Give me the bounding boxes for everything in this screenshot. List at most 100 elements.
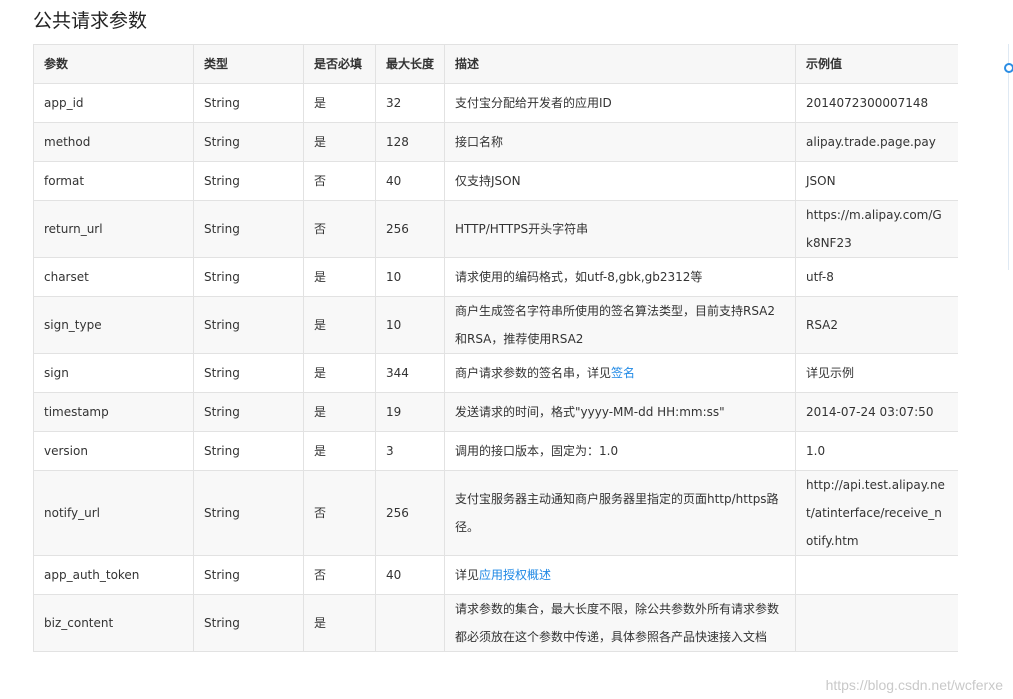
cell-required: 是: [303, 431, 376, 471]
cell-maxlen: 10: [375, 296, 445, 354]
cell-maxlen: 3: [375, 431, 445, 471]
desc-text: 详见: [455, 568, 480, 582]
table-row: sign_type String 是 10 商户生成签名字符串所使用的签名算法类型，目前…: [33, 296, 958, 354]
header-type: 类型: [193, 44, 304, 84]
cell-type: String: [193, 83, 304, 123]
cell-type: String: [193, 296, 304, 354]
cell-example: 2014-07-24 03:07:50: [795, 392, 958, 432]
cell-required: 是: [303, 353, 376, 393]
table-row: method String 是 128 接口名称 alipay.trade.page.pa…: [33, 122, 958, 162]
table-header-row: 参数 类型 是否必填 最大长度 描述 示例值: [33, 44, 958, 84]
cell-maxlen: 344: [375, 353, 445, 393]
cell-required: 是: [303, 296, 376, 354]
cell-desc: 调用的接口版本，固定为：1.0: [444, 431, 796, 471]
header-maxlen: 最大长度: [375, 44, 445, 84]
cell-maxlen: [375, 594, 445, 652]
cell-example: 2014072300007148: [795, 83, 958, 123]
table-body: app_id String 是 32 支付宝分配给开发者的应用ID 20140723000…: [33, 83, 958, 652]
cell-param: notify_url: [33, 470, 194, 556]
cell-param: method: [33, 122, 194, 162]
table-row: version String 是 3 调用的接口版本，固定为：1.0 1.0: [33, 431, 958, 471]
cell-maxlen: 19: [375, 392, 445, 432]
table-row: charset String 是 10 请求使用的编码格式，如utf-8,gbk,gb2…: [33, 257, 958, 297]
cell-example: alipay.trade.page.pay: [795, 122, 958, 162]
cell-type: String: [193, 431, 304, 471]
cell-desc: 接口名称: [444, 122, 796, 162]
cell-type: String: [193, 257, 304, 297]
cell-maxlen: 128: [375, 122, 445, 162]
cell-required: 是: [303, 122, 376, 162]
watermark: https://blog.csdn.net/wcferxe: [825, 677, 1003, 693]
desc-link[interactable]: 应用授权概述: [479, 568, 551, 582]
cell-desc: 发送请求的时间，格式"yyyy-MM-dd HH:mm:ss": [444, 392, 796, 432]
cell-param: sign: [33, 353, 194, 393]
cell-maxlen: 32: [375, 83, 445, 123]
cell-maxlen: 40: [375, 161, 445, 201]
table-row: biz_content String 是 请求参数的集合，最大长度不限，除公共参数外所…: [33, 594, 958, 652]
table-row: sign String 是 344 商户请求参数的签名串，详见签名 详见示例: [33, 353, 958, 393]
cell-type: String: [193, 392, 304, 432]
cell-required: 否: [303, 555, 376, 595]
header-param: 参数: [33, 44, 194, 84]
cell-type: String: [193, 353, 304, 393]
cell-required: 否: [303, 161, 376, 201]
cell-param: timestamp: [33, 392, 194, 432]
header-required: 是否必填: [303, 44, 376, 84]
scrollbar-handle[interactable]: [1004, 63, 1013, 73]
table-row: timestamp String 是 19 发送请求的时间，格式"yyyy-MM-dd …: [33, 392, 958, 432]
cell-example: JSON: [795, 161, 958, 201]
cell-required: 是: [303, 83, 376, 123]
cell-example: RSA2: [795, 296, 958, 354]
cell-desc: 请求使用的编码格式，如utf-8,gbk,gb2312等: [444, 257, 796, 297]
cell-param: app_auth_token: [33, 555, 194, 595]
cell-required: 是: [303, 257, 376, 297]
desc-link[interactable]: 签名: [611, 366, 635, 380]
cell-required: 是: [303, 392, 376, 432]
table-row: notify_url String 否 256 支付宝服务器主动通知商户服务器里指定的页…: [33, 470, 958, 556]
cell-example: 1.0: [795, 431, 958, 471]
cell-example: [795, 555, 958, 595]
cell-type: String: [193, 594, 304, 652]
cell-type: String: [193, 161, 304, 201]
scrollbar-track[interactable]: [1008, 44, 1009, 270]
cell-param: app_id: [33, 83, 194, 123]
cell-param: version: [33, 431, 194, 471]
table-row: app_id String 是 32 支付宝分配给开发者的应用ID 20140723000…: [33, 83, 958, 123]
params-table: 参数 类型 是否必填 最大长度 描述 示例值 app_id String 是 32 支付…: [33, 44, 958, 652]
table-row: format String 否 40 仅支持JSON JSON: [33, 161, 958, 201]
table-row: return_url String 否 256 HTTP/HTTPS开头字符串 https…: [33, 200, 958, 258]
cell-required: 否: [303, 200, 376, 258]
params-table-container: 参数 类型 是否必填 最大长度 描述 示例值 app_id String 是 32 支付…: [33, 44, 958, 682]
cell-example: [795, 594, 958, 652]
cell-example: http://api.test.alipay.net/atinterface/r…: [795, 470, 958, 556]
cell-desc: 支付宝服务器主动通知商户服务器里指定的页面http/https路径。: [444, 470, 796, 556]
cell-example: https://m.alipay.com/Gk8NF23: [795, 200, 958, 258]
cell-type: String: [193, 122, 304, 162]
cell-type: String: [193, 200, 304, 258]
cell-example: utf-8: [795, 257, 958, 297]
cell-maxlen: 256: [375, 200, 445, 258]
cell-param: format: [33, 161, 194, 201]
table-row: app_auth_token String 否 40 详见应用授权概述: [33, 555, 958, 595]
cell-param: biz_content: [33, 594, 194, 652]
desc-text: 商户请求参数的签名串，详见: [455, 366, 612, 380]
cell-maxlen: 256: [375, 470, 445, 556]
cell-param: sign_type: [33, 296, 194, 354]
cell-maxlen: 40: [375, 555, 445, 595]
cell-param: charset: [33, 257, 194, 297]
cell-type: String: [193, 470, 304, 556]
cell-desc: 支付宝分配给开发者的应用ID: [444, 83, 796, 123]
cell-example: 详见示例: [795, 353, 958, 393]
cell-desc: 商户生成签名字符串所使用的签名算法类型，目前支持RSA2和RSA，推荐使用RSA…: [444, 296, 796, 354]
cell-desc: HTTP/HTTPS开头字符串: [444, 200, 796, 258]
header-example: 示例值: [795, 44, 958, 84]
cell-type: String: [193, 555, 304, 595]
cell-maxlen: 10: [375, 257, 445, 297]
page-title: 公共请求参数: [33, 10, 148, 32]
cell-desc: 仅支持JSON: [444, 161, 796, 201]
cell-desc: 请求参数的集合，最大长度不限，除公共参数外所有请求参数都必须放在这个参数中传递，…: [444, 594, 796, 652]
cell-param: return_url: [33, 200, 194, 258]
header-desc: 描述: [444, 44, 796, 84]
cell-required: 是: [303, 594, 376, 652]
cell-required: 否: [303, 470, 376, 556]
